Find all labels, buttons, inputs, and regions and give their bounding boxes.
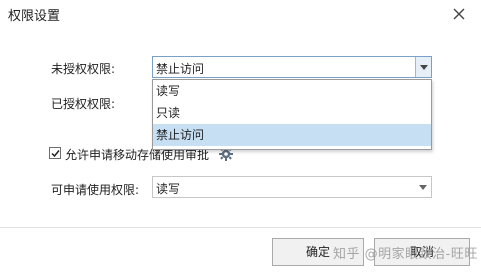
dropdown-option-read-only[interactable]: 只读 bbox=[153, 102, 431, 124]
watermark: 知乎 @明家眼致治-旺旺 bbox=[333, 247, 478, 262]
footer-divider bbox=[0, 227, 481, 228]
applicable-permission-select[interactable]: 读写 bbox=[152, 176, 432, 198]
permission-dropdown-list: 读写 只读 禁止访问 bbox=[152, 79, 432, 150]
dropdown-option-no-access[interactable]: 禁止访问 bbox=[153, 124, 431, 146]
close-icon[interactable] bbox=[450, 5, 468, 23]
chevron-down-icon[interactable] bbox=[415, 57, 431, 77]
unauthorized-permission-value: 禁止访问 bbox=[156, 62, 205, 76]
dialog-title: 权限设置 bbox=[8, 9, 61, 24]
dropdown-option-read-write[interactable]: 读写 bbox=[153, 80, 431, 102]
applicable-permission-label: 可申请使用权限: bbox=[51, 183, 140, 197]
authorized-permission-label: 已授权权限: bbox=[51, 97, 116, 111]
unauthorized-permission-label: 未授权权限: bbox=[51, 62, 116, 76]
permission-settings-dialog: 权限设置 未授权权限: 禁止访问 已授权权限: 读写 只读 禁止访问 允许申请移… bbox=[0, 0, 481, 273]
applicable-permission-value: 读写 bbox=[156, 182, 181, 196]
unauthorized-permission-select[interactable]: 禁止访问 bbox=[152, 56, 432, 78]
allow-request-checkbox[interactable] bbox=[49, 147, 61, 159]
chevron-down-icon[interactable] bbox=[415, 177, 431, 197]
